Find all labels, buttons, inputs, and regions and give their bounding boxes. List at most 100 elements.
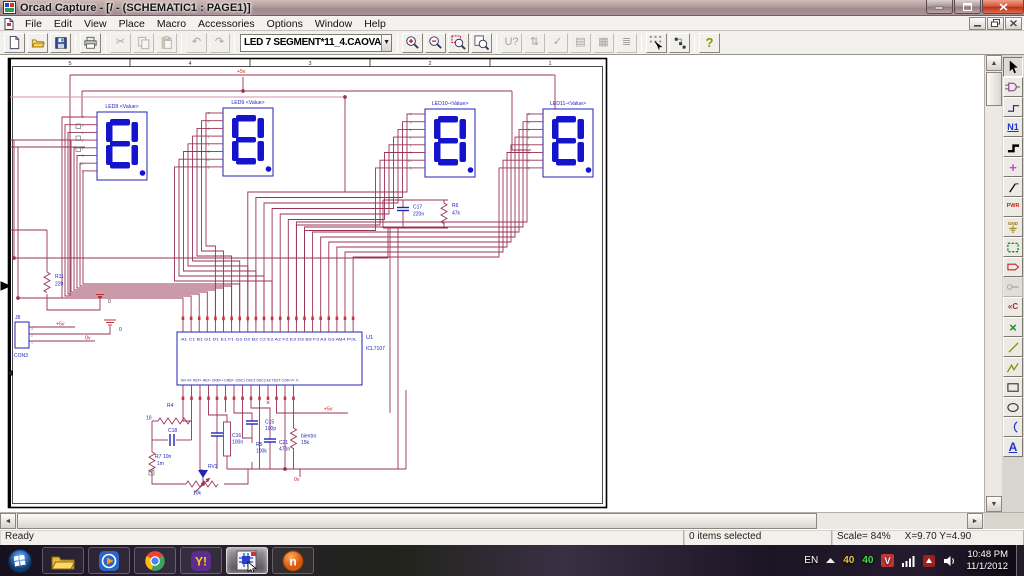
place-arc-tool[interactable] (1003, 417, 1023, 437)
cut-button[interactable]: ✂ (110, 33, 131, 53)
print-button[interactable] (80, 33, 101, 53)
mdi-close-button[interactable] (1005, 17, 1022, 30)
new-document-button[interactable] (4, 33, 25, 53)
redo-button[interactable]: ↷ (209, 33, 230, 53)
status-ready: Ready (0, 530, 684, 545)
scroll-down-button[interactable]: ▼ (986, 496, 1002, 512)
start-button[interactable] (0, 545, 40, 576)
scroll-right-button[interactable]: ► (967, 513, 983, 529)
taskbar-app-windows-explorer[interactable] (42, 547, 84, 574)
menu-place[interactable]: Place (113, 18, 151, 30)
hierarchy-button[interactable] (669, 33, 690, 53)
zoom-in-button[interactable] (402, 33, 423, 53)
language-indicator[interactable]: EN (804, 555, 818, 566)
copy-button[interactable] (133, 33, 154, 53)
clock[interactable]: 10:48 PM 11/1/2012 (966, 549, 1008, 573)
place-ground-tool[interactable]: GND (1003, 217, 1023, 237)
scroll-left-button[interactable]: ◄ (0, 513, 16, 529)
zoom-area-button[interactable] (448, 33, 469, 53)
chevron-down-icon[interactable]: ▼ (381, 35, 391, 51)
place-rectangle-tool[interactable] (1003, 377, 1023, 397)
horizontal-scrollbar[interactable]: ◄ ► (0, 512, 1024, 529)
place-off-page-connector-tool[interactable]: «C (1003, 297, 1023, 317)
show-desktop-button[interactable] (1016, 545, 1024, 576)
save-document-button[interactable] (50, 33, 71, 53)
zoom-out-button[interactable] (425, 33, 446, 53)
place-wire-tool[interactable] (1003, 97, 1023, 117)
sync-alert-icon[interactable] (923, 555, 935, 567)
part-label: 100p (265, 426, 276, 432)
network-signal-icon[interactable] (902, 555, 915, 567)
help-button[interactable]: ? (699, 33, 720, 53)
pin-number: 10 (206, 158, 210, 162)
mdi-minimize-button[interactable] (969, 17, 986, 30)
part-label: 47k (452, 211, 461, 217)
schematic-canvas[interactable]: 54321LED8 <Value>764219105LED9 <Value>76… (0, 55, 984, 512)
vertical-scroll-thumb[interactable] (986, 72, 1002, 106)
place-bus-tool[interactable] (1003, 137, 1023, 157)
taskbar-app-chrome[interactable] (134, 547, 176, 574)
bill-of-materials-button[interactable]: ≣ (616, 33, 637, 53)
place-ellipse-tool[interactable] (1003, 397, 1023, 417)
pin-number: 6 (82, 123, 84, 127)
pin-number: 5 (528, 167, 530, 171)
paste-button[interactable] (156, 33, 177, 53)
pin-number: 1 (31, 341, 33, 345)
place-bus-entry-tool[interactable] (1003, 177, 1023, 197)
antivirus-icon[interactable]: V (881, 554, 894, 567)
place-junction-tool[interactable]: + (1003, 157, 1023, 177)
menu-help[interactable]: Help (358, 18, 392, 30)
vertical-scrollbar[interactable]: ▲ ▼ (984, 55, 1002, 512)
undo-button[interactable]: ↶ (186, 33, 207, 53)
pin-number: 10 (408, 159, 412, 163)
place-line-tool[interactable] (1003, 337, 1023, 357)
zoom-all-button[interactable] (471, 33, 492, 53)
create-netlist-button[interactable]: ▤ (570, 33, 591, 53)
taskbar-app-nitro-pdf[interactable]: n (272, 547, 314, 574)
net-label: +5v (56, 322, 65, 328)
place-part-tool[interactable] (1003, 77, 1023, 97)
annotate-button[interactable]: U? (501, 33, 522, 53)
design-rules-check-button[interactable]: ✓ (547, 33, 568, 53)
u1-bottom-pin-labels: IN+ IN- REF+ REF- CREF+ CREF- OSC1 OSC2 … (181, 379, 299, 383)
place-net-alias-tool[interactable]: N1 (1003, 117, 1023, 137)
ruler-number: 5 (68, 61, 71, 67)
part-label: 10 (146, 416, 152, 422)
menu-edit[interactable]: Edit (48, 18, 78, 30)
place-power-tool[interactable]: PWR (1003, 197, 1023, 217)
menu-macro[interactable]: Macro (151, 18, 192, 30)
place-hierarchical-block-tool[interactable] (1003, 237, 1023, 257)
place-port-tool[interactable] (1003, 257, 1023, 277)
pin-number: 2 (528, 136, 530, 140)
hidden-icons-button[interactable] (826, 558, 835, 564)
place-polyline-tool[interactable] (1003, 357, 1023, 377)
temp-green-badge[interactable]: 40 (862, 555, 873, 566)
menu-window[interactable]: Window (309, 18, 358, 30)
taskbar-app-orcad-capture[interactable] (226, 547, 268, 574)
place-no-connect-tool[interactable]: × (1003, 317, 1023, 337)
snap-to-grid-button[interactable] (646, 33, 667, 53)
part-search-combo[interactable]: LED 7 SEGMENT*11_4.CAOVA▼ (240, 34, 392, 52)
display-ref: LED11-<Value> (550, 101, 586, 107)
maximize-button[interactable] (954, 0, 981, 14)
scroll-up-button[interactable]: ▲ (986, 55, 1002, 71)
taskbar-app-media-player[interactable] (88, 547, 130, 574)
close-button[interactable] (982, 0, 1024, 14)
open-document-button[interactable] (27, 33, 48, 53)
back-annotate-button[interactable]: ⇅ (524, 33, 545, 53)
place-pin-tool[interactable] (1003, 277, 1023, 297)
menu-options[interactable]: Options (261, 18, 309, 30)
u1-ref: U1 (366, 335, 373, 341)
select-tool[interactable] (1003, 57, 1023, 77)
place-text-tool[interactable]: A (1003, 437, 1023, 457)
temp-yellow-badge[interactable]: 40 (843, 555, 854, 566)
menu-accessories[interactable]: Accessories (192, 18, 261, 30)
cross-reference-button[interactable]: ▦ (593, 33, 614, 53)
menu-file[interactable]: File (19, 18, 48, 30)
horizontal-scroll-thumb[interactable] (17, 513, 817, 529)
minimize-button[interactable] (926, 0, 953, 14)
volume-icon[interactable] (943, 555, 956, 567)
menu-view[interactable]: View (78, 18, 113, 30)
taskbar-app-messenger[interactable]: Y! (180, 547, 222, 574)
mdi-restore-button[interactable] (987, 17, 1004, 30)
